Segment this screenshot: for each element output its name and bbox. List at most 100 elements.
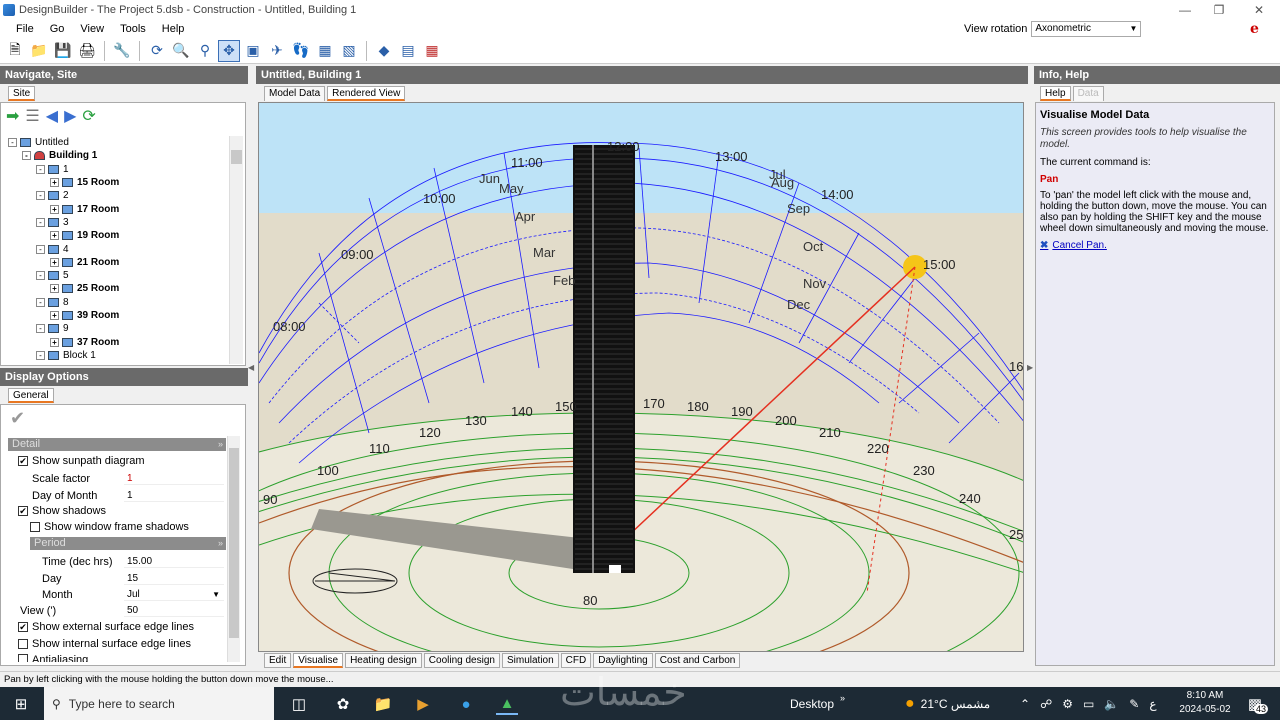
tab-cfd[interactable]: CFD — [560, 653, 592, 668]
external-edges-row[interactable]: ✔ Show external surface edge lines — [18, 621, 194, 633]
minimize-button[interactable]: — — [1166, 0, 1204, 20]
internal-edges-checkbox[interactable] — [18, 639, 28, 649]
expand-toggle-icon[interactable]: + — [50, 178, 59, 188]
expand-toggle-icon[interactable]: + — [50, 337, 59, 347]
tree-item[interactable]: +15 Room — [2, 176, 232, 189]
tab-model-data[interactable]: Model Data — [264, 86, 326, 101]
app-icon[interactable]: ✿ — [332, 693, 354, 715]
zoom-extents-icon[interactable]: ⚲ — [194, 40, 216, 62]
rendered-3d-viewport[interactable]: 11:00 12:00 13:00 10:00 14:00 09:00 15:0… — [258, 102, 1024, 652]
taskbar-clock[interactable]: 8:10 AM 2024-05-02 — [1176, 689, 1234, 717]
chart-icon[interactable]: ▦ — [421, 40, 443, 62]
language-icon[interactable]: ع — [1149, 697, 1156, 711]
expand-toggle-icon[interactable]: - — [36, 297, 45, 307]
collapse-left-icon[interactable]: ◀ — [248, 358, 254, 378]
weather-widget[interactable]: ● 21°C مشمس — [905, 687, 990, 720]
close-button[interactable]: ✕ — [1240, 0, 1278, 20]
tree-item[interactable]: - Untitled — [2, 136, 232, 149]
tree-item[interactable]: - Block 1 — [2, 349, 232, 362]
tree-item[interactable]: -1 — [2, 163, 232, 176]
chevron-up-icon[interactable]: ⌃ — [1020, 697, 1030, 711]
day-field[interactable]: 15 — [124, 572, 224, 585]
tree-scrollbar-thumb[interactable] — [231, 150, 242, 164]
pen-icon[interactable]: ✎ — [1129, 697, 1139, 711]
menu-help[interactable]: Help — [154, 23, 193, 35]
camera-icon[interactable]: ▧ — [338, 40, 360, 62]
options-scrollbar-thumb[interactable] — [229, 448, 239, 638]
windows-start-icon[interactable]: ⊞ — [10, 693, 32, 715]
open-folder-icon[interactable]: 📁 — [28, 40, 50, 62]
settings-icon[interactable]: ⚙ — [1062, 697, 1073, 711]
walk-icon[interactable]: 👣 — [290, 40, 312, 62]
tree-item[interactable]: +17 Room — [2, 202, 232, 215]
battery-icon[interactable]: ▭ — [1083, 697, 1094, 711]
tree-item[interactable]: -9 — [2, 322, 232, 335]
tab-simulation[interactable]: Simulation — [501, 653, 559, 668]
expand-toggle-icon[interactable]: + — [50, 284, 59, 294]
tag-icon[interactable]: ◆ — [373, 40, 395, 62]
expand-toggle-icon[interactable]: - — [36, 164, 45, 174]
tab-heating-design[interactable]: Heating design — [345, 653, 422, 668]
tree-scrollbar[interactable] — [229, 136, 243, 364]
expand-toggle-icon[interactable]: - — [36, 271, 45, 281]
tree-item[interactable]: -3 — [2, 216, 232, 229]
options-scrollbar[interactable] — [227, 436, 240, 662]
designbuilder-taskbar-icon[interactable]: ▲ — [496, 693, 518, 715]
print-icon[interactable]: 🖨 — [76, 40, 98, 62]
tab-daylighting[interactable]: Daylighting — [593, 653, 653, 668]
tree-item[interactable]: +39 Room — [2, 309, 232, 322]
refresh-icon[interactable]: ⟳ — [82, 106, 95, 126]
tree-item[interactable]: -5 — [2, 269, 232, 282]
fly-icon[interactable]: ✈ — [266, 40, 288, 62]
menu-file[interactable]: File — [0, 23, 42, 35]
list-icon[interactable]: ☰ — [25, 106, 39, 126]
tab-cooling-design[interactable]: Cooling design — [423, 653, 500, 668]
tree-item[interactable]: +37 Room — [2, 335, 232, 348]
detail-section-header[interactable]: Detail » — [8, 438, 226, 451]
tree-item[interactable]: -4 — [2, 242, 232, 255]
back-arrow-icon[interactable]: ◀ — [46, 106, 58, 126]
view-field[interactable]: 50 — [124, 604, 224, 617]
expand-toggle-icon[interactable]: - — [36, 324, 45, 334]
zoom-window-icon[interactable]: ▣ — [242, 40, 264, 62]
forward-arrow-icon[interactable]: ▶ — [64, 106, 76, 126]
expand-toggle-icon[interactable]: + — [50, 204, 59, 214]
new-file-icon[interactable]: 🗎 — [4, 40, 26, 62]
antialiasing-row[interactable]: Antialiasing — [18, 654, 88, 662]
menu-view[interactable]: View — [72, 23, 112, 35]
tree-item[interactable]: +25 Room — [2, 282, 232, 295]
go-arrow-icon[interactable]: ➡ — [6, 106, 19, 126]
expand-toggle-icon[interactable]: - — [22, 151, 31, 161]
window-frame-shadows-row[interactable]: Show window frame shadows — [30, 521, 189, 533]
day-of-month-field[interactable]: 1 — [124, 489, 224, 502]
time-field[interactable]: 15.00 — [124, 555, 224, 568]
expand-toggle-icon[interactable]: - — [36, 244, 45, 254]
tab-edit[interactable]: Edit — [264, 653, 292, 668]
period-section-header[interactable]: Period » — [30, 537, 226, 550]
tree-item[interactable]: -2 — [2, 189, 232, 202]
maximize-button[interactable]: ❐ — [1200, 0, 1238, 20]
tree-item[interactable]: - Building 1 — [2, 149, 232, 162]
task-view-icon[interactable]: ◫ — [288, 693, 310, 715]
show-shadows-row[interactable]: ✔ Show shadows — [18, 505, 106, 517]
tab-rendered-view[interactable]: Rendered View — [327, 86, 406, 101]
tab-help[interactable]: Help — [1040, 86, 1071, 101]
desktop-toolbar[interactable]: Desktop » — [790, 687, 845, 720]
tab-site[interactable]: Site — [8, 86, 36, 101]
taskbar-search[interactable]: ⚲ Type here to search — [44, 687, 274, 720]
zoom-in-icon[interactable]: 🔍 — [170, 40, 192, 62]
file-explorer-icon[interactable]: 📁 — [372, 693, 394, 715]
tree-item[interactable]: -8 — [2, 296, 232, 309]
table-icon[interactable]: ▤ — [397, 40, 419, 62]
month-select[interactable]: Jul ▼ — [124, 588, 224, 601]
collapse-right-icon[interactable]: ▶ — [1027, 358, 1033, 378]
tab-general[interactable]: General — [8, 388, 54, 403]
speaker-icon[interactable]: 🔈 — [1104, 697, 1119, 711]
view-rotation-select[interactable]: Axonometric ▼ — [1031, 21, 1142, 37]
show-sunpath-checkbox[interactable]: ✔ — [18, 456, 28, 466]
designbuilder-logo-icon[interactable]: e — [1250, 21, 1268, 37]
pan-icon[interactable]: ✥ — [218, 39, 240, 62]
cancel-pan-link[interactable]: ✖ Cancel Pan. — [1040, 240, 1270, 251]
tree-item[interactable]: +19 Room — [2, 229, 232, 242]
menu-tools[interactable]: Tools — [112, 23, 154, 35]
